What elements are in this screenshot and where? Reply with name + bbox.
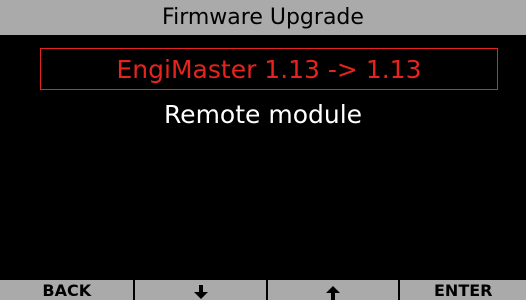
menu-item-engimaster[interactable]: EngiMaster 1.13 -> 1.13 — [40, 48, 498, 90]
menu-item-remote-module[interactable]: Remote module — [5, 95, 521, 135]
softkey-bar: BACK ENTER — [0, 280, 526, 300]
back-button[interactable]: BACK — [0, 280, 134, 300]
up-button[interactable] — [267, 280, 399, 300]
menu-item-label: Remote module — [163, 100, 363, 129]
back-button-label: BACK — [42, 281, 92, 300]
firmware-menu-list: EngiMaster 1.13 -> 1.13 Remote module — [5, 35, 521, 280]
arrow-up-icon — [268, 286, 399, 300]
enter-button-label: ENTER — [434, 281, 493, 300]
page-title: Firmware Upgrade — [0, 0, 526, 35]
down-button[interactable] — [135, 280, 266, 300]
arrow-down-icon — [135, 285, 266, 299]
menu-item-label: EngiMaster 1.13 -> 1.13 — [116, 55, 422, 84]
enter-button[interactable]: ENTER — [400, 280, 526, 300]
